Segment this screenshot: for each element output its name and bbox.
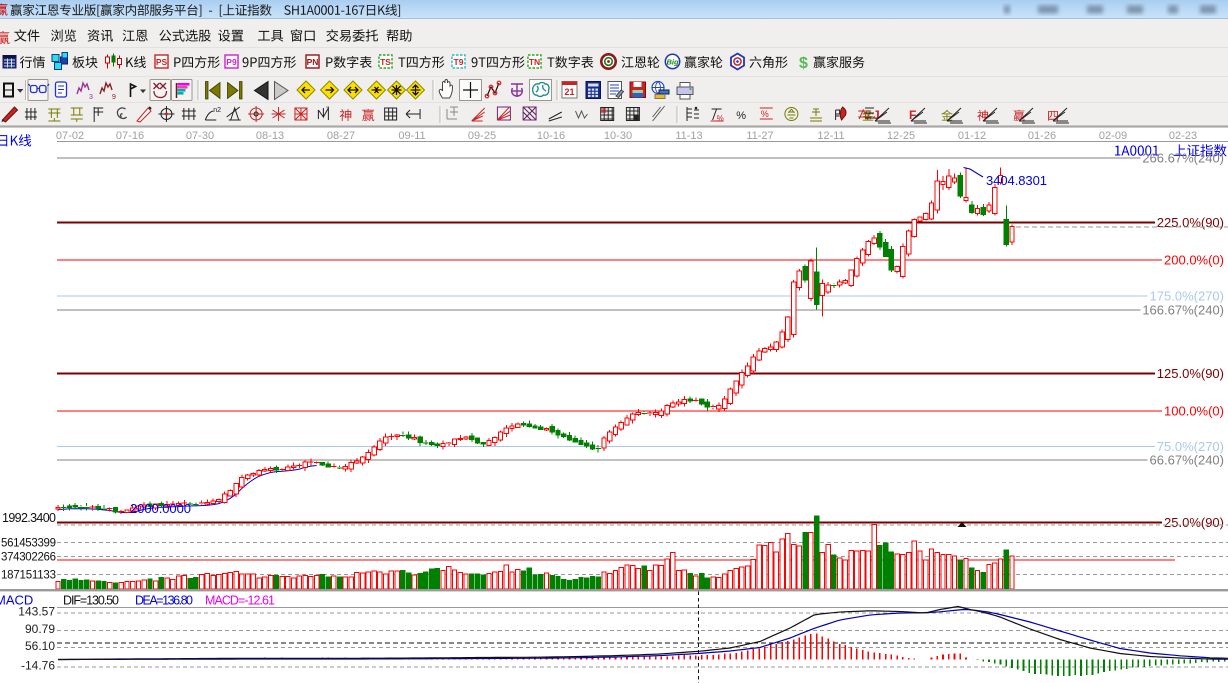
svg-text:PN: PN <box>307 57 319 67</box>
svg-text:07-02: 07-02 <box>56 130 84 142</box>
svg-text:": " <box>326 107 328 113</box>
svg-text:10-16: 10-16 <box>537 130 565 142</box>
svg-text:374302266: 374302266 <box>1 552 56 564</box>
svg-text:$: $ <box>799 55 808 72</box>
svg-text:TN: TN <box>529 57 540 67</box>
svg-text:%: % <box>761 109 769 119</box>
svg-text:07-30: 07-30 <box>186 130 214 142</box>
svg-text:11-13: 11-13 <box>675 130 702 142</box>
svg-text:DIF=130.50: DIF=130.50 <box>63 594 119 608</box>
svg-text:56.10: 56.10 <box>25 639 55 653</box>
svg-text:PS: PS <box>156 57 168 67</box>
svg-text:02-23: 02-23 <box>1169 130 1197 142</box>
svg-text:TS: TS <box>380 57 391 67</box>
svg-text:-14.76: -14.76 <box>21 659 55 673</box>
svg-text:12-11: 12-11 <box>817 130 844 142</box>
svg-text:187151133: 187151133 <box>1 570 56 582</box>
svg-text:01-26: 01-26 <box>1028 130 1056 142</box>
svg-text:175.0%(270): 175.0%(270) <box>1150 289 1224 304</box>
svg-text:09-11: 09-11 <box>398 130 425 142</box>
svg-text:12-25: 12-25 <box>887 130 915 142</box>
svg-text:25.0%(90): 25.0%(90) <box>1164 515 1224 530</box>
svg-text:100.0%(0): 100.0%(0) <box>1164 404 1224 419</box>
svg-text:%: % <box>736 110 746 122</box>
svg-text:9: 9 <box>112 94 116 101</box>
svg-text:07-16: 07-16 <box>116 130 144 142</box>
svg-text:225.0%(90): 225.0%(90) <box>1157 215 1224 230</box>
svg-text:08-27: 08-27 <box>327 130 355 142</box>
svg-text:11-27: 11-27 <box>746 130 773 142</box>
svg-text:DEA=136.80: DEA=136.80 <box>135 594 193 608</box>
svg-text:Big: Big <box>666 58 679 67</box>
svg-text:10-30: 10-30 <box>604 130 632 142</box>
svg-text:66.67%(240): 66.67%(240) <box>1150 453 1224 468</box>
svg-text:n2: n2 <box>213 107 221 114</box>
svg-text:02-09: 02-09 <box>1099 130 1127 142</box>
svg-text:125.0%(90): 125.0%(90) <box>1157 366 1224 381</box>
svg-text:3: 3 <box>89 94 93 101</box>
svg-text:266.67%(240): 266.67%(240) <box>1142 151 1224 166</box>
svg-text:01-12: 01-12 <box>958 130 986 142</box>
svg-text:T9: T9 <box>454 57 464 67</box>
svg-text:08-13: 08-13 <box>256 130 284 142</box>
svg-text:09-25: 09-25 <box>468 130 496 142</box>
svg-text:2000.0000: 2000.0000 <box>130 501 191 516</box>
svg-text:MACD: MACD <box>0 593 33 608</box>
svg-text:P9: P9 <box>226 57 237 67</box>
svg-text:561453399: 561453399 <box>1 538 56 550</box>
svg-text:200.0%(0): 200.0%(0) <box>1164 253 1224 268</box>
svg-text:3404.8301: 3404.8301 <box>986 173 1047 188</box>
svg-text:1992.3400: 1992.3400 <box>2 511 56 525</box>
svg-text:%: % <box>717 114 724 123</box>
svg-text:MACD=-12.61: MACD=-12.61 <box>205 594 275 608</box>
svg-text:21: 21 <box>564 87 574 97</box>
svg-text:166.67%(240): 166.67%(240) <box>1142 303 1224 318</box>
svg-text:90.79: 90.79 <box>25 622 55 636</box>
